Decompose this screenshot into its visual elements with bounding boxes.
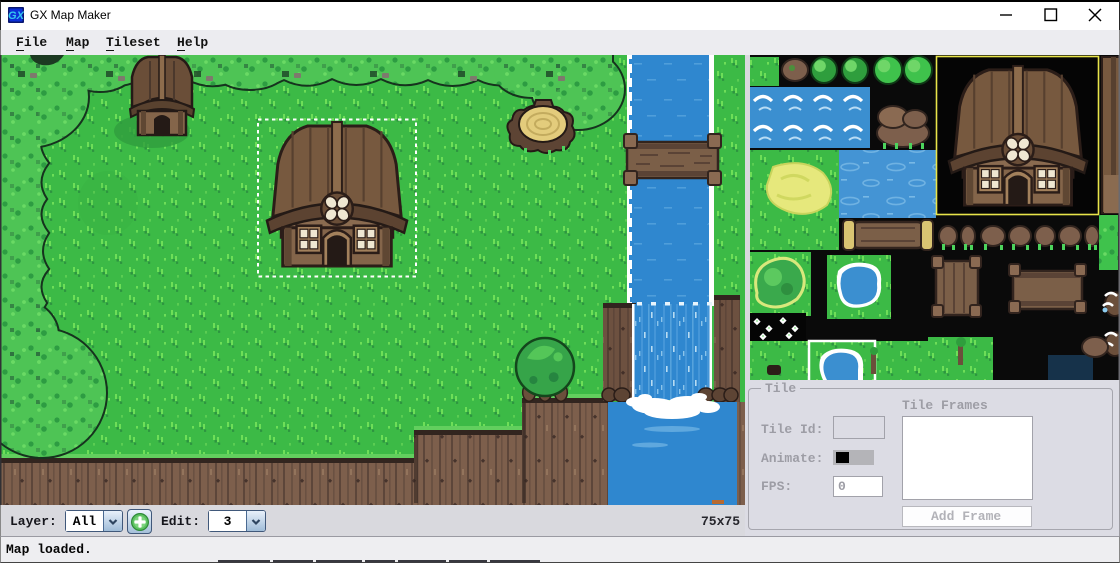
svg-text:GX: GX bbox=[8, 10, 24, 22]
